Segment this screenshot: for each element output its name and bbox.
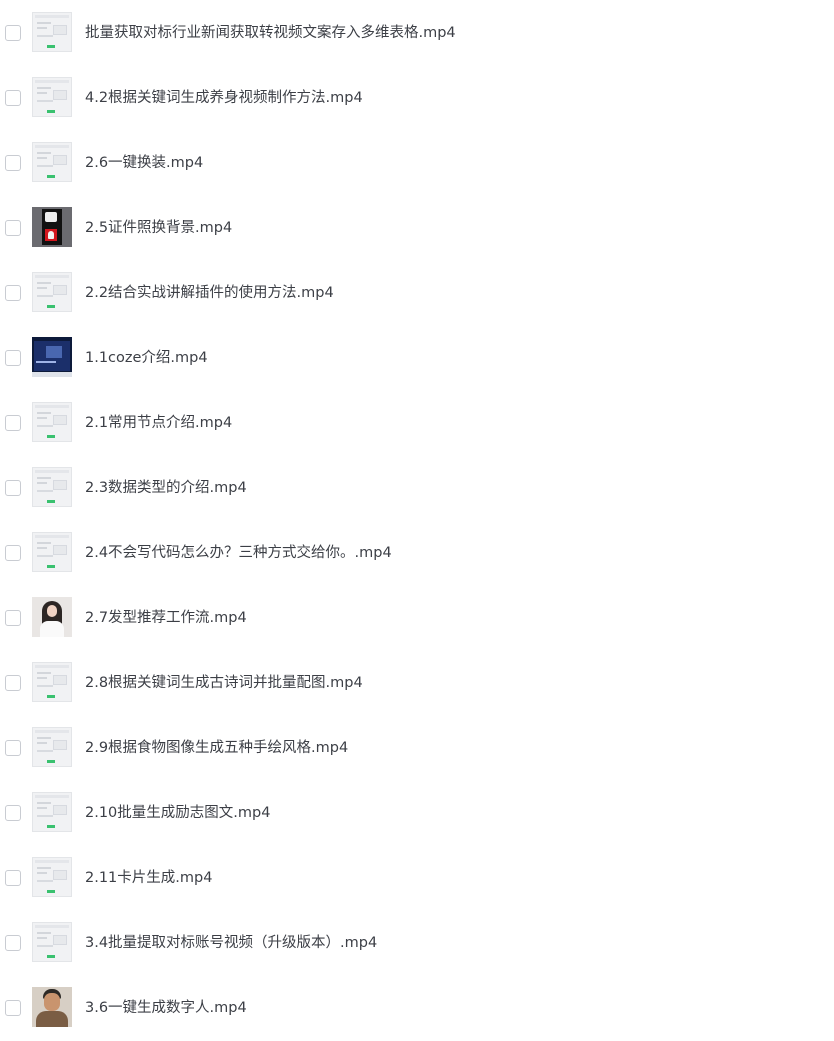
file-row[interactable]: 1.1coze介绍.mp4	[0, 326, 834, 391]
file-name[interactable]: 2.9根据食物图像生成五种手绘风格.mp4	[85, 737, 348, 759]
video-thumbnail-icon[interactable]	[32, 792, 72, 832]
video-thumbnail-icon[interactable]	[32, 727, 72, 767]
file-row[interactable]: 2.8根据关键词生成古诗词并批量配图.mp4	[0, 651, 834, 716]
portrait-thumbnail-icon[interactable]	[32, 597, 72, 637]
checkbox[interactable]	[5, 740, 21, 756]
file-row[interactable]: 2.2结合实战讲解插件的使用方法.mp4	[0, 261, 834, 326]
video-thumbnail-icon[interactable]	[32, 272, 72, 312]
checkbox[interactable]	[5, 90, 21, 106]
checkbox[interactable]	[5, 350, 21, 366]
video-thumbnail-icon[interactable]	[32, 922, 72, 962]
file-name[interactable]: 2.6一键换装.mp4	[85, 152, 203, 174]
file-list: 批量获取对标行业新闻获取转视频文案存入多维表格.mp4 4.2根据关键词生成养身…	[0, 1, 834, 1041]
video-thumbnail-icon[interactable]	[32, 532, 72, 572]
file-name[interactable]: 2.8根据关键词生成古诗词并批量配图.mp4	[85, 672, 363, 694]
file-name[interactable]: 3.4批量提取对标账号视频（升级版本）.mp4	[85, 932, 377, 954]
file-row[interactable]: 2.4不会写代码怎么办？三种方式交给你。.mp4	[0, 521, 834, 586]
file-name[interactable]: 1.1coze介绍.mp4	[85, 347, 208, 369]
file-row[interactable]: 2.7发型推荐工作流.mp4	[0, 586, 834, 651]
file-name[interactable]: 2.10批量生成励志图文.mp4	[85, 802, 270, 824]
checkbox[interactable]	[5, 935, 21, 951]
person-thumbnail-icon[interactable]	[32, 987, 72, 1027]
checkbox[interactable]	[5, 415, 21, 431]
file-row[interactable]: 3.4批量提取对标账号视频（升级版本）.mp4	[0, 911, 834, 976]
file-row[interactable]: 批量获取对标行业新闻获取转视频文案存入多维表格.mp4	[0, 1, 834, 66]
checkbox[interactable]	[5, 480, 21, 496]
file-name[interactable]: 2.1常用节点介绍.mp4	[85, 412, 232, 434]
file-name[interactable]: 2.3数据类型的介绍.mp4	[85, 477, 247, 499]
file-row[interactable]: 2.5证件照换背景.mp4	[0, 196, 834, 261]
presentation-thumbnail-icon[interactable]	[32, 337, 72, 377]
video-thumbnail-icon[interactable]	[32, 77, 72, 117]
checkbox[interactable]	[5, 285, 21, 301]
video-thumbnail-icon[interactable]	[32, 402, 72, 442]
checkbox[interactable]	[5, 545, 21, 561]
file-row[interactable]: 2.10批量生成励志图文.mp4	[0, 781, 834, 846]
file-row[interactable]: 2.1常用节点介绍.mp4	[0, 391, 834, 456]
video-thumbnail-icon[interactable]	[32, 12, 72, 52]
file-row[interactable]: 2.6一键换装.mp4	[0, 131, 834, 196]
checkbox[interactable]	[5, 805, 21, 821]
file-name[interactable]: 2.7发型推荐工作流.mp4	[85, 607, 247, 629]
file-row[interactable]: 2.9根据食物图像生成五种手绘风格.mp4	[0, 716, 834, 781]
file-name[interactable]: 2.4不会写代码怎么办？三种方式交给你。.mp4	[85, 542, 392, 564]
checkbox[interactable]	[5, 870, 21, 886]
file-name[interactable]: 2.2结合实战讲解插件的使用方法.mp4	[85, 282, 334, 304]
file-row[interactable]: 4.2根据关键词生成养身视频制作方法.mp4	[0, 66, 834, 131]
checkbox[interactable]	[5, 155, 21, 171]
file-name[interactable]: 2.11卡片生成.mp4	[85, 867, 212, 889]
file-name[interactable]: 3.6一键生成数字人.mp4	[85, 997, 247, 1019]
video-thumbnail-icon[interactable]	[32, 662, 72, 702]
checkbox[interactable]	[5, 675, 21, 691]
file-row[interactable]: 2.3数据类型的介绍.mp4	[0, 456, 834, 521]
file-name[interactable]: 批量获取对标行业新闻获取转视频文案存入多维表格.mp4	[85, 22, 456, 44]
video-thumbnail-icon[interactable]	[32, 857, 72, 897]
file-row[interactable]: 2.11卡片生成.mp4	[0, 846, 834, 911]
file-row[interactable]: 3.6一键生成数字人.mp4	[0, 976, 834, 1041]
checkbox[interactable]	[5, 1000, 21, 1016]
file-name[interactable]: 4.2根据关键词生成养身视频制作方法.mp4	[85, 87, 363, 109]
checkbox[interactable]	[5, 220, 21, 236]
checkbox[interactable]	[5, 25, 21, 41]
id-photo-thumbnail-icon[interactable]	[32, 207, 72, 247]
video-thumbnail-icon[interactable]	[32, 142, 72, 182]
checkbox[interactable]	[5, 610, 21, 626]
file-name[interactable]: 2.5证件照换背景.mp4	[85, 217, 232, 239]
video-thumbnail-icon[interactable]	[32, 467, 72, 507]
